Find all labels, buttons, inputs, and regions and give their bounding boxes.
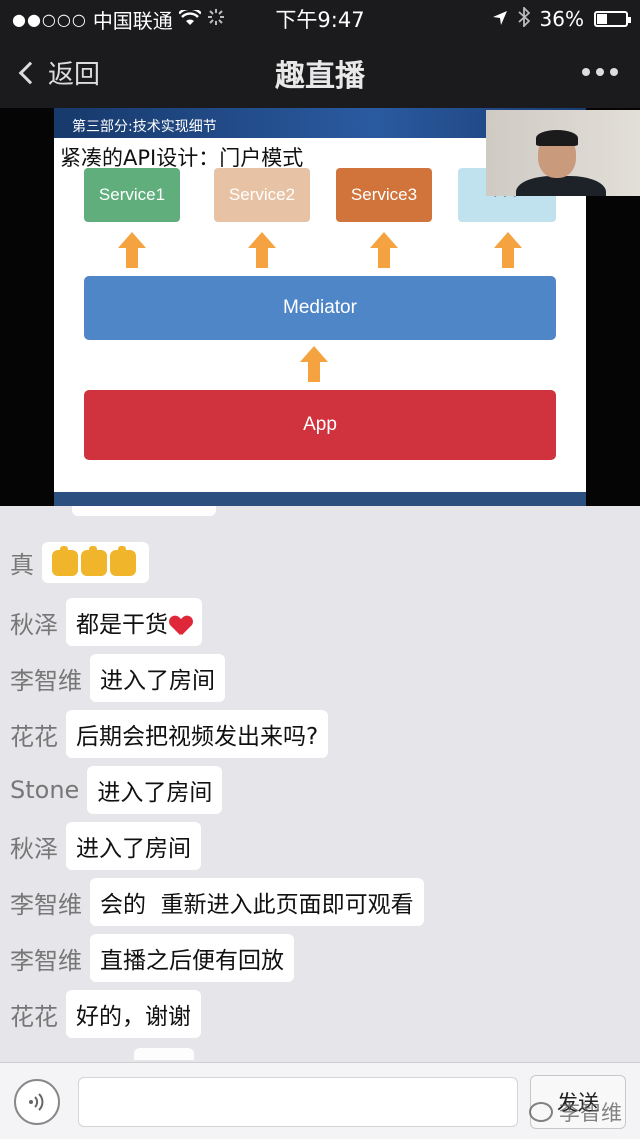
sender-name: 李智维 (10, 666, 82, 695)
partial-message-bubble (134, 1048, 194, 1060)
signal-strength-icon: ●●○○○ (12, 9, 87, 29)
partial-message-bubble (72, 506, 216, 516)
sender-name: 李智维 (10, 946, 82, 975)
message-text: 后期会把视频发出来吗? (66, 710, 329, 758)
chat-message: 李智维 会的 重新进入此页面即可观看 (10, 878, 424, 926)
presenter-camera (486, 110, 640, 196)
slide-bottom-band (54, 492, 586, 506)
service-box: Service2 (214, 168, 310, 222)
more-icon[interactable] (582, 68, 618, 76)
back-label: 返回 (48, 60, 101, 90)
up-arrow-icon (494, 232, 522, 268)
message-text: 进入了房间 (87, 766, 223, 814)
mediator-box: Mediator (84, 276, 556, 340)
up-arrow-icon (118, 232, 146, 268)
watermark-label: 李智维 (559, 1101, 622, 1125)
sender-name: 花花 (10, 1002, 58, 1031)
battery-icon (594, 11, 631, 27)
chat-message: 李智维 进入了房间 (10, 654, 225, 702)
status-time: 下午9:47 (275, 8, 365, 32)
voice-icon (29, 1093, 44, 1111)
battery-fill (597, 14, 608, 24)
message-bubble (42, 542, 149, 583)
loading-icon (207, 7, 225, 31)
message-text: 好的，谢谢 (66, 990, 201, 1038)
up-arrow-icon (300, 346, 328, 382)
chat-message: 真 (10, 542, 149, 583)
sender-name: 李智维 (10, 890, 82, 919)
chat-list[interactable]: 真 秋泽 都是干货 李智维 进入了房间 花花 后期会把视频发出来吗? Stone… (0, 506, 640, 1060)
battery-percent: 36% (539, 7, 584, 31)
message-text: 会的 重新进入此页面即可观看 (90, 878, 424, 926)
live-video[interactable]: 第三部分:技术实现细节 紧凑的API设计：门户模式 Service1 Servi… (0, 108, 640, 506)
voice-button[interactable] (14, 1079, 60, 1125)
message-bubble: 都是干货 (66, 598, 202, 646)
message-input[interactable] (78, 1077, 518, 1127)
chat-message: Stone 进入了房间 (10, 766, 223, 814)
thumbs-up-icon (81, 545, 107, 576)
message-text: 都是干货 (76, 612, 168, 638)
chat-message: 花花 好的，谢谢 (10, 990, 201, 1038)
watermark: 李智维 (529, 1097, 622, 1127)
app-box: App (84, 390, 556, 460)
sender-name: 秋泽 (10, 610, 58, 639)
service-box: Service3 (336, 168, 432, 222)
service-box: Service1 (84, 168, 180, 222)
carrier-label: 中国联通 (92, 8, 173, 33)
wechat-icon (529, 1102, 553, 1122)
sender-name: 秋泽 (10, 834, 58, 863)
location-icon (492, 7, 508, 31)
status-bar: ●●○○○ 中国联通 下午9:47 36% (0, 0, 640, 38)
message-text: 进入了房间 (90, 654, 225, 702)
thumbs-up-icon (110, 545, 136, 576)
up-arrow-icon (248, 232, 276, 268)
sender-name: Stone (10, 776, 80, 804)
thumbs-up-icon (52, 545, 78, 576)
wifi-icon (177, 7, 202, 31)
chat-message: 秋泽 进入了房间 (10, 822, 201, 870)
chat-message: 秋泽 都是干货 (10, 598, 202, 646)
back-button[interactable]: 返回 (16, 54, 100, 91)
bluetooth-icon (517, 5, 530, 32)
back-chevron-icon (18, 61, 42, 84)
input-bar: 发送 李智维 (0, 1062, 640, 1139)
chat-message: 花花 后期会把视频发出来吗? (10, 710, 329, 758)
sender-name: 真 (10, 550, 34, 579)
nav-bar: 返回 趣直播 (0, 38, 640, 108)
message-text: 直播之后便有回放 (90, 934, 294, 982)
chat-message: 李智维 直播之后便有回放 (10, 934, 294, 982)
message-text: 进入了房间 (66, 822, 201, 870)
heart-icon (170, 616, 192, 636)
up-arrow-icon (370, 232, 398, 268)
status-right: 36% (398, 5, 631, 32)
sender-name: 花花 (10, 722, 58, 751)
status-left: ●●○○○ 中国联通 (12, 5, 242, 34)
